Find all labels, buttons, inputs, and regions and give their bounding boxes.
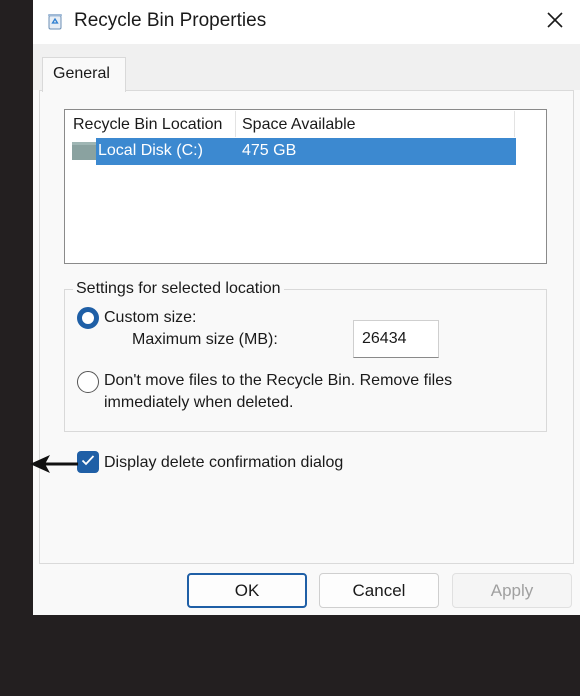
custom-size-radio[interactable]: [77, 307, 99, 329]
title-bar: Recycle Bin Properties: [33, 0, 580, 44]
no-recycle-radio[interactable]: [77, 371, 99, 393]
confirm-dialog-checkbox[interactable]: [77, 451, 99, 473]
custom-size-label: Custom size:: [104, 309, 197, 326]
drive-icon: [72, 142, 97, 160]
checkmark-icon: [81, 453, 95, 471]
no-recycle-label: Don't move files to the Recycle Bin. Rem…: [104, 372, 453, 389]
tab-general[interactable]: General: [42, 57, 126, 92]
apply-button[interactable]: Apply: [452, 573, 572, 608]
space-cell: 475 GB: [242, 142, 297, 159]
close-button[interactable]: [536, 6, 574, 38]
settings-legend: Settings for selected location: [73, 280, 284, 298]
column-separator: [235, 111, 236, 137]
column-header-location[interactable]: Recycle Bin Location: [73, 116, 222, 134]
column-separator: [514, 111, 515, 137]
no-recycle-label-continued: immediately when deleted.: [104, 394, 294, 411]
window-title: Recycle Bin Properties: [74, 10, 267, 31]
recycle-bin-properties-dialog: Recycle Bin Properties General Recycle B…: [33, 0, 580, 615]
list-item[interactable]: Local Disk (C:) 475 GB: [96, 138, 516, 165]
recycle-bin-icon: [47, 12, 63, 30]
location-cell: Local Disk (C:): [98, 142, 203, 159]
close-icon: [546, 11, 564, 34]
location-list[interactable]: Recycle Bin Location Space Available Loc…: [64, 109, 547, 264]
max-size-input[interactable]: [353, 320, 439, 358]
ok-button[interactable]: OK: [187, 573, 307, 608]
column-header-space[interactable]: Space Available: [242, 116, 356, 134]
pointer-arrow-icon: [0, 449, 78, 479]
confirm-dialog-label: Display delete confirmation dialog: [104, 454, 344, 471]
max-size-label: Maximum size (MB):: [132, 331, 278, 348]
cancel-button[interactable]: Cancel: [319, 573, 439, 608]
